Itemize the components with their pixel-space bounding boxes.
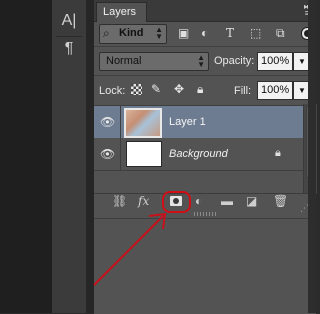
arrow-shaft — [93, 215, 164, 286]
annotation-arrow — [93, 212, 167, 286]
